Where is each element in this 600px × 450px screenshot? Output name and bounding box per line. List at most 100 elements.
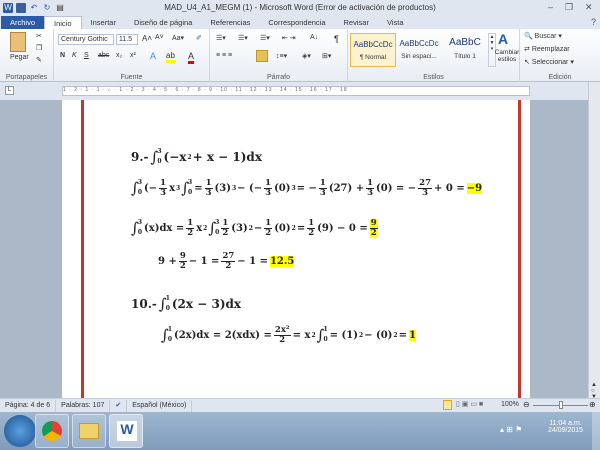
horizontal-ruler[interactable]: 1 · 2 · 1 · 1 · ⌂ · 1 · 2 · 3 · 4 · 5 · … [62,86,530,96]
math-text: = x [292,329,311,341]
page-count[interactable]: Página: 4 de 6 [0,399,57,412]
sort-icon[interactable]: A↓ [310,34,318,41]
exponent: 2 [248,224,253,232]
style-name: Título 1 [454,53,476,60]
subscript-button[interactable]: x₂ [116,52,122,59]
superscript-button[interactable]: x² [130,52,136,59]
zoom-out-icon[interactable]: ⊖ [523,400,530,409]
clipboard-group: Pegar ✂ ❐ ✎ Portapapeles [0,29,54,82]
denominator: 2 [308,227,315,238]
minimize-button[interactable]: – [548,2,553,12]
shrink-font-icon[interactable]: A˅ [155,34,164,41]
word-taskbar-button[interactable]: W [109,414,143,448]
group-label: Estilos [423,74,444,81]
grow-font-icon[interactable]: A˄ [142,34,152,43]
tab-archivo[interactable]: Archivo [1,16,45,29]
style-normal[interactable]: AaBbCcDc ¶ Normal [350,33,396,67]
strikethrough-button[interactable]: abc [98,52,109,59]
math-text: 9 + [158,256,177,267]
tab-vista[interactable]: Vista [378,16,413,29]
restore-button[interactable]: ❐ [565,2,573,13]
language[interactable]: Español (México) [127,399,193,412]
integral: ∫ 1 0 [159,294,170,314]
find-label: Buscar [534,33,557,40]
integral: ∫ 1 0 [317,325,328,345]
group-label: Portapapeles [5,74,48,81]
fraction: 27 2 [221,252,236,271]
font-size-select[interactable]: 11.5 [116,34,138,45]
zoom-in-icon[interactable]: ⊕ [589,400,596,409]
paste-button[interactable]: Pegar [10,54,29,61]
cut-icon[interactable]: ✂ [36,32,42,40]
chrome-taskbar-button[interactable] [35,414,69,448]
styles-group: AaBbCcDc ¶ Normal AaBbCcDc Sin espaci... A… [348,29,520,82]
exponent: 3 [176,184,181,192]
start-button[interactable] [4,415,36,447]
limits: 10 [166,294,170,314]
taskbar: W ▴ ⊞ ⚑ 11:04 a.m. 24/09/2015 [0,412,600,450]
borders-icon[interactable]: ⊞▾ [322,52,331,60]
explorer-taskbar-button[interactable] [72,414,106,448]
tab-diseno[interactable]: Diseño de página [125,16,201,29]
replace-button[interactable]: ⇄ Reemplazar [524,45,570,53]
print-layout-icon[interactable] [443,400,452,410]
tab-correspondencia[interactable]: Correspondencia [259,16,334,29]
style-preview: AaBbCcDc [353,40,393,49]
font-color-icon[interactable]: A [188,51,195,64]
line-spacing-icon[interactable]: ↕≡▾ [276,52,287,60]
tab-insertar[interactable]: Insertar [82,16,125,29]
tab-referencias[interactable]: Referencias [201,16,259,29]
indent-icons[interactable]: ⇤ ⇥ [282,34,296,42]
change-case-icon[interactable]: Aa▾ [172,34,184,42]
font-family-select[interactable]: Century Gothic [58,34,114,45]
clock[interactable]: 11:04 a.m. 24/09/2015 [548,420,583,434]
help-icon[interactable]: ? [591,17,596,27]
denominator: 2 [225,261,232,271]
chrome-icon [42,421,62,441]
italic-button[interactable]: K [72,52,77,59]
math-text: (−x [163,150,187,164]
numbering-icon[interactable]: ☰▾ [238,34,248,42]
lower-limit: 0 [167,336,173,343]
integral: ∫ 1 0 [161,325,172,345]
tab-revisar[interactable]: Revisar [335,16,378,29]
show-desktop-button[interactable] [592,412,600,450]
format-painter-icon[interactable]: ✎ [36,56,42,64]
view-icons[interactable]: ▯ ▣ ▭ ■ [456,400,483,408]
zoom-slider[interactable] [533,401,588,409]
group-label: Fuente [120,74,143,81]
tab-inicio[interactable]: Inicio [44,16,82,29]
justify-button[interactable] [256,50,268,62]
close-button[interactable]: ✕ [585,2,593,13]
document-page[interactable] [62,100,530,398]
denominator: 2 [370,227,377,238]
fraction: 12 [307,218,316,238]
underline-button[interactable]: S [84,52,89,59]
equation-line: 9 + 92 − 1 = 27 2 − 1 = 12.5 [157,252,295,271]
select-button[interactable]: ↖ Seleccionar ▾ [524,58,574,66]
bullets-icon[interactable]: ☰▾ [216,34,226,42]
zoom-slider-thumb[interactable] [558,401,563,409]
shading-icon[interactable]: ◈▾ [302,52,311,60]
multilevel-icon[interactable]: ☰▾ [260,34,270,42]
equation-line: ∫ 1 0 (2x)dx = 2(xdx) = 2x² 2 = x 2 ∫ 1 0 = (1) 2… [160,325,417,345]
tab-selector[interactable]: L [5,86,14,95]
show-marks-button[interactable]: ¶ [334,34,339,44]
tray-icons[interactable]: ▴ ⊞ ⚑ [500,425,522,434]
zoom-level[interactable]: 100% [501,401,519,408]
text-effects-icon[interactable]: A [150,51,156,61]
highlight-icon[interactable]: ab [166,51,175,63]
align-icons[interactable]: ≡ ≡ ≡ [216,52,232,59]
copy-icon[interactable]: ❐ [36,44,42,52]
word-count[interactable]: Palabras: 107 [56,399,111,412]
math-text: + 0 = [434,182,465,194]
proofing-icon[interactable]: ✔ [110,399,128,412]
find-button[interactable]: 🔍 Buscar ▾ [524,32,562,40]
folder-icon [79,423,99,439]
change-styles-button[interactable]: Cambiar estilos [494,49,520,63]
style-heading-1[interactable]: AaBbC Título 1 [442,33,488,67]
bold-button[interactable]: N [60,52,65,59]
style-no-spacing[interactable]: AaBbCcDc Sin espaci... [396,33,442,67]
clear-format-icon[interactable]: ✐ [196,34,202,42]
vertical-scrollbar[interactable]: ▲ ○ ▼ [588,82,600,400]
